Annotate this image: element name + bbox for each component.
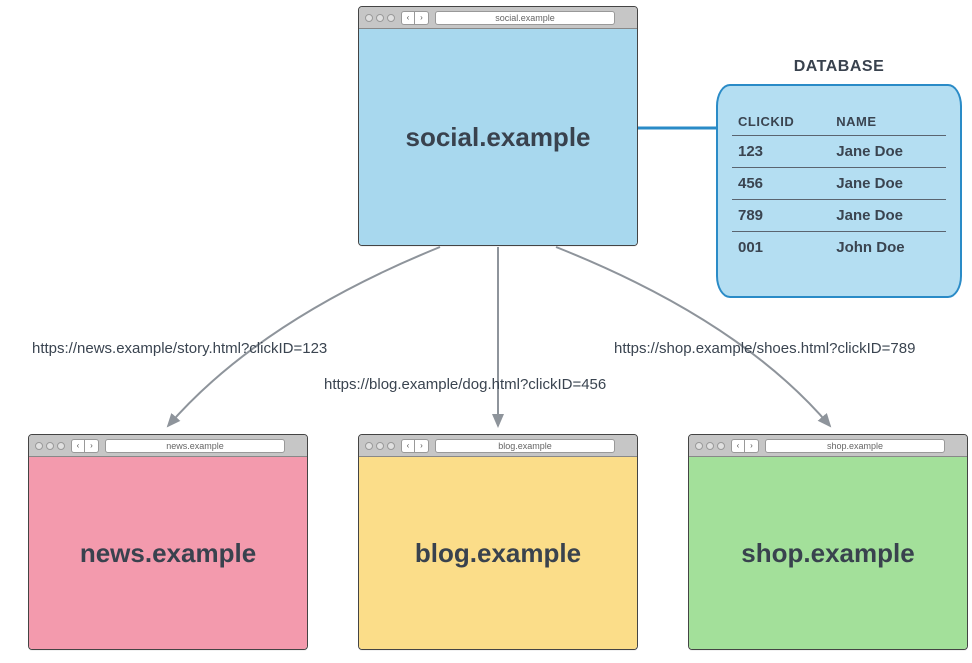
site-label: social.example — [406, 122, 591, 153]
database-title: DATABASE — [718, 58, 960, 76]
cell-name: Jane Doe — [830, 200, 946, 232]
table-row: 456 Jane Doe — [732, 168, 946, 200]
nav-buttons: ‹ › — [401, 439, 429, 453]
window-controls — [365, 14, 395, 22]
database-table: CLICKID NAME 123 Jane Doe 456 Jane Doe 7… — [732, 110, 946, 263]
dot-icon — [717, 442, 725, 450]
forward-button[interactable]: › — [85, 439, 99, 453]
nav-buttons: ‹ › — [71, 439, 99, 453]
url-bar[interactable]: news.example — [105, 439, 285, 453]
url-bar[interactable]: social.example — [435, 11, 615, 25]
viewport: news.example — [29, 457, 307, 649]
col-header-name: NAME — [830, 110, 946, 136]
forward-button[interactable]: › — [415, 11, 429, 25]
titlebar: ‹ › social.example — [359, 7, 637, 29]
arrow-label-left: https://news.example/story.html?clickID=… — [32, 340, 327, 357]
back-button[interactable]: ‹ — [71, 439, 85, 453]
titlebar: ‹ › news.example — [29, 435, 307, 457]
nav-buttons: ‹ › — [731, 439, 759, 453]
site-label: shop.example — [741, 538, 914, 569]
dot-icon — [57, 442, 65, 450]
window-controls — [35, 442, 65, 450]
site-label: news.example — [80, 538, 256, 569]
viewport: social.example — [359, 29, 637, 245]
browser-blog: ‹ › blog.example blog.example — [358, 434, 638, 650]
window-controls — [365, 442, 395, 450]
col-header-clickid: CLICKID — [732, 110, 830, 136]
cell-clickid: 123 — [732, 136, 830, 168]
viewport: blog.example — [359, 457, 637, 649]
dot-icon — [706, 442, 714, 450]
arrow-label-middle: https://blog.example/dog.html?clickID=45… — [324, 376, 606, 393]
table-row: 789 Jane Doe — [732, 200, 946, 232]
browser-news: ‹ › news.example news.example — [28, 434, 308, 650]
dot-icon — [695, 442, 703, 450]
url-bar[interactable]: blog.example — [435, 439, 615, 453]
forward-button[interactable]: › — [415, 439, 429, 453]
dot-icon — [376, 14, 384, 22]
table-row: 123 Jane Doe — [732, 136, 946, 168]
url-bar[interactable]: shop.example — [765, 439, 945, 453]
table-row: 001 John Doe — [732, 232, 946, 264]
browser-shop: ‹ › shop.example shop.example — [688, 434, 968, 650]
cell-name: Jane Doe — [830, 136, 946, 168]
dot-icon — [387, 14, 395, 22]
cell-name: Jane Doe — [830, 168, 946, 200]
arrow-label-right: https://shop.example/shoes.html?clickID=… — [614, 340, 915, 357]
back-button[interactable]: ‹ — [731, 439, 745, 453]
dot-icon — [365, 442, 373, 450]
dot-icon — [35, 442, 43, 450]
nav-buttons: ‹ › — [401, 11, 429, 25]
database: DATABASE CLICKID NAME 123 Jane Doe 456 J… — [716, 84, 962, 298]
arrow-left — [168, 247, 440, 426]
browser-social: ‹ › social.example social.example — [358, 6, 638, 246]
cell-name: John Doe — [830, 232, 946, 264]
window-controls — [695, 442, 725, 450]
dot-icon — [387, 442, 395, 450]
dot-icon — [365, 14, 373, 22]
dot-icon — [376, 442, 384, 450]
cell-clickid: 456 — [732, 168, 830, 200]
back-button[interactable]: ‹ — [401, 439, 415, 453]
cell-clickid: 789 — [732, 200, 830, 232]
cell-clickid: 001 — [732, 232, 830, 264]
back-button[interactable]: ‹ — [401, 11, 415, 25]
site-label: blog.example — [415, 538, 581, 569]
viewport: shop.example — [689, 457, 967, 649]
dot-icon — [46, 442, 54, 450]
titlebar: ‹ › shop.example — [689, 435, 967, 457]
forward-button[interactable]: › — [745, 439, 759, 453]
titlebar: ‹ › blog.example — [359, 435, 637, 457]
